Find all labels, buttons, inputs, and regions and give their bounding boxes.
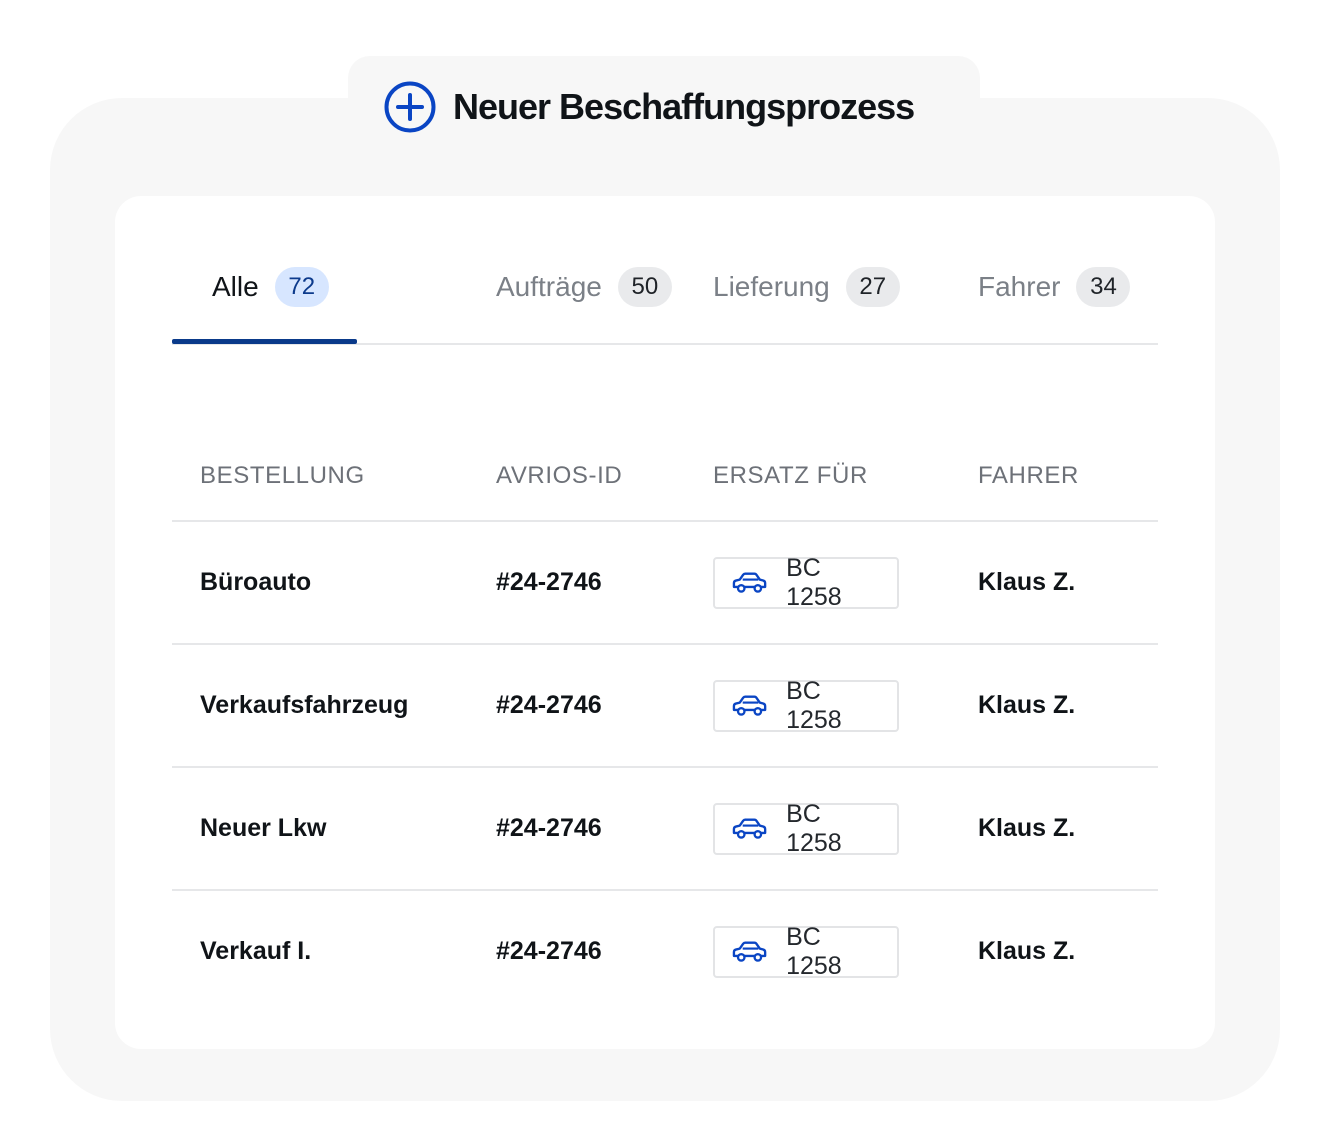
plus-circle-icon [384, 81, 436, 132]
replacement-cell: BC 1258 [713, 645, 899, 766]
tab-bar: Alle 72 Aufträge 50 Lieferung 27 Fahrer … [172, 196, 1158, 345]
vehicle-plate-chip[interactable]: BC 1258 [713, 922, 899, 980]
avrios-id: #24-2746 [496, 937, 602, 965]
tab-auftraege[interactable]: Aufträge 50 [496, 266, 672, 308]
table-row[interactable]: Büroauto #24-2746 BC 1258 Klaus Z. [172, 522, 1158, 645]
order-name: Verkaufsfahrzeug [200, 691, 409, 719]
active-tab-indicator [172, 339, 357, 344]
order-name: Neuer Lkw [200, 814, 327, 842]
vehicle-plate-chip[interactable]: BC 1258 [713, 799, 899, 857]
tab-count-badge: 72 [274, 267, 329, 307]
table-row[interactable]: Neuer Lkw #24-2746 BC 1258 Klaus Z. [172, 768, 1158, 891]
plate-number: BC 1258 [786, 922, 842, 980]
tab-label: Lieferung [713, 271, 830, 302]
order-name: Verkauf I. [200, 937, 312, 965]
tab-fahrer[interactable]: Fahrer 34 [978, 266, 1131, 308]
column-header-ersatz-fuer[interactable]: ERSATZ FÜR [713, 462, 868, 490]
avrios-id: #24-2746 [496, 691, 602, 719]
table-row[interactable]: Verkauf I. #24-2746 BC 1258 Klaus Z. [172, 891, 1158, 1012]
tab-label: Alle [212, 271, 259, 302]
avrios-id: #24-2746 [496, 568, 602, 596]
table-header: BESTELLUNG AVRIOS-ID ERSATZ FÜR FAHRER [172, 436, 1158, 522]
tab-count-badge: 50 [617, 267, 672, 307]
procurement-card: Alle 72 Aufträge 50 Lieferung 27 Fahrer … [115, 196, 1215, 1049]
driver-name: Klaus Z. [978, 568, 1076, 596]
column-header-avrios-id[interactable]: AVRIOS-ID [496, 462, 622, 490]
vehicle-plate-chip[interactable]: BC 1258 [713, 676, 899, 734]
tab-label: Fahrer [978, 271, 1061, 302]
tab-count-badge: 34 [1076, 267, 1131, 307]
tab-lieferung[interactable]: Lieferung 27 [713, 266, 900, 308]
driver-name: Klaus Z. [978, 937, 1076, 965]
new-procurement-button[interactable]: Neuer Beschaffungsprozess [348, 56, 980, 157]
page-title: Neuer Beschaffungsprozess [453, 85, 915, 127]
driver-name: Klaus Z. [978, 814, 1076, 842]
tab-label: Aufträge [496, 271, 602, 302]
replacement-cell: BC 1258 [713, 522, 899, 643]
vehicle-plate-chip[interactable]: BC 1258 [713, 553, 899, 611]
plate-number: BC 1258 [786, 676, 842, 734]
plate-number: BC 1258 [786, 799, 842, 857]
column-header-fahrer[interactable]: FAHRER [978, 462, 1079, 490]
car-icon [732, 572, 767, 593]
tab-count-badge: 27 [845, 267, 900, 307]
car-icon [732, 941, 767, 962]
replacement-cell: BC 1258 [713, 768, 899, 889]
column-header-bestellung[interactable]: BESTELLUNG [200, 462, 365, 490]
driver-name: Klaus Z. [978, 691, 1076, 719]
orders-table: BESTELLUNG AVRIOS-ID ERSATZ FÜR FAHRER B… [172, 436, 1158, 1012]
car-icon [732, 818, 767, 839]
table-row[interactable]: Verkaufsfahrzeug #24-2746 BC 1258 Klaus … [172, 645, 1158, 768]
replacement-cell: BC 1258 [713, 891, 899, 1012]
plate-number: BC 1258 [786, 553, 842, 611]
car-icon [732, 695, 767, 716]
avrios-id: #24-2746 [496, 814, 602, 842]
order-name: Büroauto [200, 568, 312, 596]
tab-alle[interactable]: Alle 72 [212, 266, 329, 308]
